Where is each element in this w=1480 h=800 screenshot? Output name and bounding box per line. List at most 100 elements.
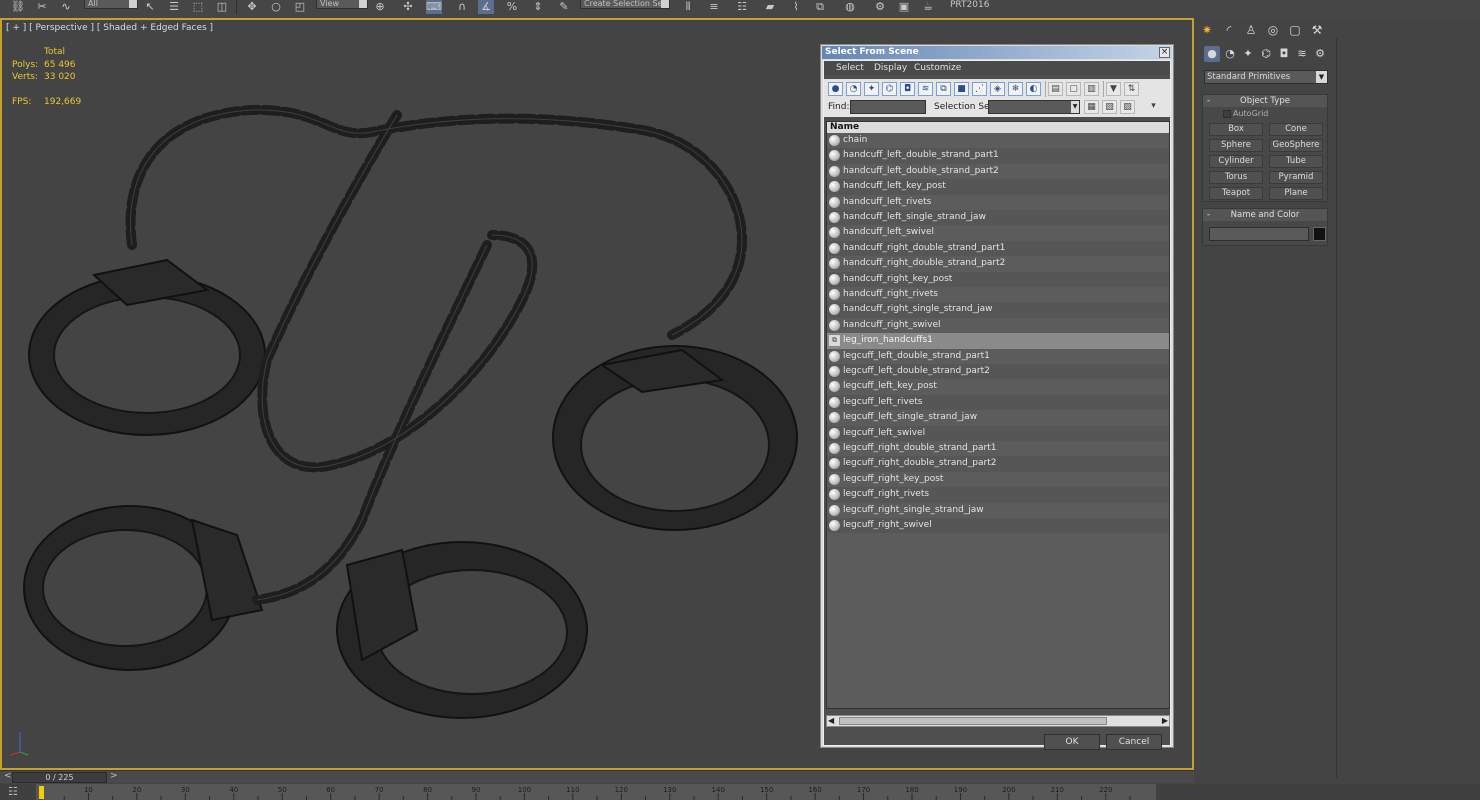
list-item[interactable]: legcuff_left_single_strand_jaw xyxy=(827,410,1169,425)
add-to-set-icon[interactable]: ▧ xyxy=(1102,100,1117,114)
list-item[interactable]: legcuff_right_double_strand_part2 xyxy=(827,456,1169,472)
horizontal-scrollbar[interactable]: ◀ ▶ xyxy=(826,715,1170,727)
rect-selection-icon[interactable]: ⬚ xyxy=(190,0,206,14)
move-icon[interactable]: ✥ xyxy=(244,0,260,14)
list-item[interactable]: handcuff_right_single_strand_jaw xyxy=(827,302,1169,318)
display-helpers-icon[interactable]: ◘ xyxy=(900,82,915,96)
sphere-button[interactable]: Sphere xyxy=(1209,139,1263,152)
scroll-thumb[interactable] xyxy=(839,717,1107,725)
material-editor-icon[interactable]: ◍ xyxy=(842,0,858,14)
list-item[interactable]: legcuff_right_swivel xyxy=(827,518,1169,534)
systems-icon[interactable]: ⚙ xyxy=(1312,46,1328,62)
name-column-header[interactable]: Name xyxy=(827,122,1169,133)
render-setup-icon[interactable]: ⚙ xyxy=(872,0,888,14)
layer-explorer-icon[interactable]: ☷ xyxy=(734,0,750,14)
time-slider[interactable]: < 0 / 225 > xyxy=(0,770,1194,783)
render-production-icon[interactable]: ☕ xyxy=(920,0,936,14)
ok-button[interactable]: OK xyxy=(1044,734,1100,750)
list-item[interactable]: handcuff_right_rivets xyxy=(827,287,1169,302)
time-slider-prev[interactable]: < xyxy=(4,771,12,781)
object-type-header[interactable]: - Object Type xyxy=(1203,95,1327,107)
rotate-icon[interactable]: ○ xyxy=(268,0,284,14)
bind-spacewarp-icon[interactable]: ∿ xyxy=(58,0,74,14)
close-icon[interactable]: × xyxy=(1159,47,1170,58)
list-item[interactable]: legcuff_left_double_strand_part1 xyxy=(827,349,1169,364)
cancel-button[interactable]: Cancel xyxy=(1106,734,1162,750)
select-manipulate-icon[interactable]: ✣ xyxy=(400,0,416,14)
rendered-frame-window-icon[interactable]: ▣ xyxy=(896,0,912,14)
object-category-combo[interactable]: Standard Primitives ▼ xyxy=(1204,70,1328,84)
teapot-button[interactable]: Teapot xyxy=(1209,187,1263,200)
display-containers-icon[interactable]: ◈ xyxy=(990,82,1005,96)
display-xrefs-icon[interactable]: ■ xyxy=(954,82,969,96)
list-item[interactable]: legcuff_right_key_post xyxy=(827,472,1169,487)
remove-from-set-icon[interactable]: ▨ xyxy=(1120,100,1135,114)
geosphere-button[interactable]: GeoSphere xyxy=(1269,139,1323,152)
sort-icon[interactable]: ⇅ xyxy=(1124,82,1139,96)
motion-tab-icon[interactable]: ◎ xyxy=(1264,22,1282,38)
cameras-icon[interactable]: ⌬ xyxy=(1258,46,1274,62)
list-item[interactable]: handcuff_right_key_post xyxy=(827,271,1169,287)
selection-set-combo[interactable]: ▼ xyxy=(988,100,1080,114)
list-item[interactable]: legcuff_left_rivets xyxy=(827,394,1169,411)
filter-icon[interactable]: ▼ xyxy=(1106,82,1121,96)
autogrid-checkbox[interactable]: AutoGrid xyxy=(1223,109,1268,118)
list-item[interactable]: legcuff_right_single_strand_jaw xyxy=(827,503,1169,518)
display-geometry-icon[interactable]: ● xyxy=(828,82,843,96)
object-color-swatch[interactable] xyxy=(1313,227,1326,241)
schematic-view-icon[interactable]: ⧉ xyxy=(812,0,828,14)
list-item[interactable]: handcuff_left_swivel xyxy=(827,225,1169,240)
named-selection-sets-combo[interactable]: Create Selection Se xyxy=(580,0,670,9)
dialog-title-bar[interactable]: Select From Scene × xyxy=(822,46,1172,59)
percent-snap-icon[interactable]: % xyxy=(504,0,520,14)
list-item[interactable]: legcuff_left_swivel xyxy=(827,425,1169,441)
pyramid-button[interactable]: Pyramid xyxy=(1269,171,1323,184)
lights-icon[interactable]: ✦ xyxy=(1240,46,1256,62)
display-spacewarps-icon[interactable]: ≋ xyxy=(918,82,933,96)
scroll-left-arrow-icon[interactable]: ◀ xyxy=(828,716,834,725)
select-link-icon[interactable]: ⛓ xyxy=(10,0,26,14)
select-all-icon[interactable]: ▤ xyxy=(1048,82,1063,96)
list-item[interactable]: legcuff_left_key_post xyxy=(827,379,1169,394)
tube-button[interactable]: Tube xyxy=(1269,155,1323,168)
display-hidden-icon[interactable]: ◐ xyxy=(1026,82,1041,96)
select-object-icon[interactable]: ↖ xyxy=(142,0,158,14)
helpers-icon[interactable]: ◘ xyxy=(1276,46,1292,62)
display-lights-icon[interactable]: ✦ xyxy=(864,82,879,96)
display-bones-icon[interactable]: ⋰ xyxy=(972,82,987,96)
list-item[interactable]: handcuff_left_key_post xyxy=(827,179,1169,195)
graphite-toolbar-icon[interactable]: ▰ xyxy=(762,0,778,14)
edit-named-sets-icon[interactable]: ✎ xyxy=(556,0,572,14)
shapes-icon[interactable]: ◔ xyxy=(1222,46,1238,62)
track-bar[interactable]: ☷ 10 20 30 40 50 60 70 80 90 100 110 120 130 140 150 16… xyxy=(0,784,1480,800)
spinner-snap-icon[interactable]: ⇕ xyxy=(530,0,546,14)
unlink-icon[interactable]: ✂ xyxy=(34,0,50,14)
display-tab-icon[interactable]: ▢ xyxy=(1286,22,1304,38)
list-item[interactable]: chain xyxy=(827,133,1169,148)
mirror-icon[interactable]: ⫴ xyxy=(680,0,696,14)
display-groups-icon[interactable]: ⧉ xyxy=(936,82,951,96)
menu-display[interactable]: Display xyxy=(874,63,907,73)
display-shapes-icon[interactable]: ◔ xyxy=(846,82,861,96)
menu-customize[interactable]: Customize xyxy=(914,63,961,73)
scale-icon[interactable]: ◰ xyxy=(292,0,308,14)
new-set-icon[interactable]: ▦ xyxy=(1084,100,1099,114)
find-input[interactable] xyxy=(850,100,926,114)
box-button[interactable]: Box xyxy=(1209,123,1263,136)
display-cameras-icon[interactable]: ⌬ xyxy=(882,82,897,96)
list-item[interactable]: handcuff_left_single_strand_jaw xyxy=(827,210,1169,226)
list-item[interactable]: handcuff_right_double_strand_part2 xyxy=(827,256,1169,271)
select-invert-icon[interactable]: ▥ xyxy=(1084,82,1099,96)
select-by-name-icon[interactable]: ☰ xyxy=(166,0,182,14)
selection-filter-combo[interactable]: All xyxy=(84,0,138,9)
list-item[interactable]: handcuff_right_double_strand_part1 xyxy=(827,240,1169,257)
list-item[interactable]: ⧉ leg_iron_handcuffs1 xyxy=(827,333,1169,349)
geometry-icon[interactable]: ● xyxy=(1204,46,1220,62)
list-item[interactable]: legcuff_right_double_strand_part1 xyxy=(827,441,1169,456)
time-slider-thumb[interactable]: 0 / 225 xyxy=(12,772,107,783)
plane-button[interactable]: Plane xyxy=(1269,187,1323,200)
viewport-label[interactable]: [ + ] [ Perspective ] [ Shaded + Edged F… xyxy=(6,23,213,33)
spacewarps-icon[interactable]: ≋ xyxy=(1294,46,1310,62)
pivot-center-icon[interactable]: ⊕ xyxy=(372,0,388,14)
object-name-field[interactable] xyxy=(1209,227,1309,241)
